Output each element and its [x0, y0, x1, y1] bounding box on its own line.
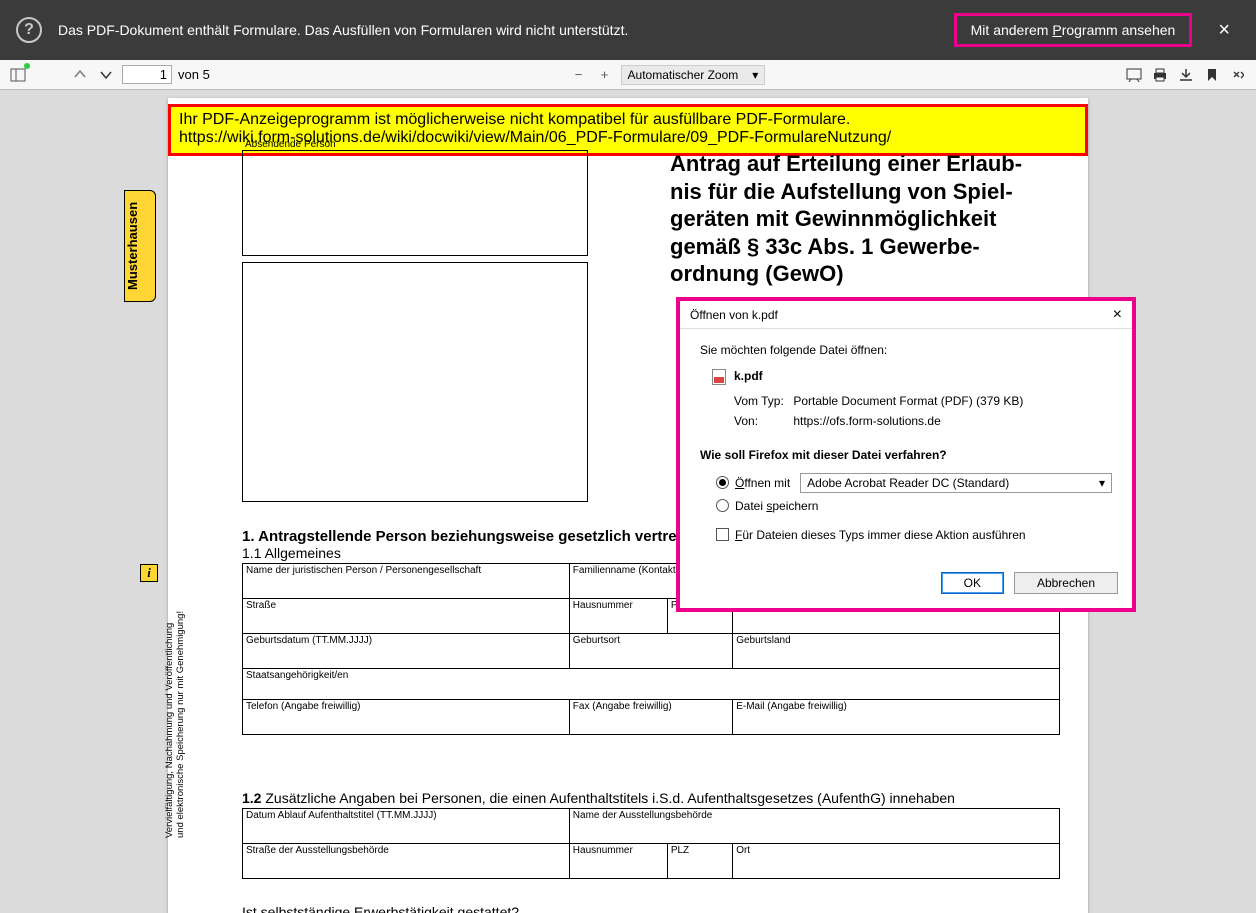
open-file-dialog: Öffnen von k.pdf × Sie möchten folgende … — [676, 297, 1136, 612]
radio-icon — [716, 476, 729, 489]
dialog-close-icon[interactable]: × — [1113, 306, 1122, 324]
presentation-icon[interactable] — [1124, 65, 1144, 85]
info-icon[interactable]: i — [140, 564, 158, 582]
dialog-titlebar: Öffnen von k.pdf × — [680, 301, 1132, 329]
open-with-radio[interactable]: Öffnen mit Adobe Acrobat Reader DC (Stan… — [700, 470, 1112, 496]
page-total-label: von 5 — [178, 67, 210, 82]
open-with-other-program-button[interactable]: Mit anderem Programm ansehen — [954, 13, 1193, 47]
page-number-input[interactable] — [122, 65, 172, 84]
pdf-form-warning-bar: ? Das PDF-Dokument enthält Formulare. Da… — [0, 0, 1256, 60]
file-row: k.pdf — [700, 369, 1112, 385]
dialog-intro: Sie möchten folgende Datei öffnen: — [700, 343, 1112, 357]
pdf-toolbar: von 5 − + Automatischer Zoom — [0, 60, 1256, 90]
warning-message: Das PDF-Dokument enthält Formulare. Das … — [58, 22, 938, 38]
copyright-vertical-text: Vervielfältigung, Nachahmung und Veröffe… — [164, 611, 187, 838]
remember-choice-checkbox[interactable]: Für Dateien dieses Typs immer diese Akti… — [700, 516, 1112, 546]
residence-table[interactable]: Datum Ablauf Aufenthaltstitel (TT.MM.JJJ… — [242, 808, 1060, 879]
address-field[interactable] — [242, 262, 588, 502]
sidebar-toggle-icon[interactable] — [8, 65, 28, 85]
checkbox-icon — [716, 528, 729, 541]
bookmark-icon[interactable] — [1202, 65, 1222, 85]
musterhausen-tab[interactable]: Musterhausen — [124, 190, 156, 302]
zoom-out-icon[interactable]: − — [569, 65, 589, 85]
sender-field[interactable]: Absendende Person — [242, 150, 588, 256]
close-icon[interactable]: × — [1208, 19, 1240, 42]
page-up-icon[interactable] — [70, 65, 90, 85]
zoom-in-icon[interactable]: + — [595, 65, 615, 85]
section-1-2: 1.2 1.2 Zusätzliche Angaben bei Personen… — [242, 790, 1060, 879]
dialog-question: Wie soll Firefox mit dieser Datei verfah… — [700, 448, 1112, 462]
ok-button[interactable]: OK — [941, 572, 1004, 594]
download-icon[interactable] — [1176, 65, 1196, 85]
form-title: Antrag auf Erteilung einer Erlaub- nis f… — [670, 150, 1060, 288]
tools-icon[interactable] — [1228, 65, 1248, 85]
save-file-radio[interactable]: Datei speichern — [700, 496, 1112, 516]
help-icon: ? — [16, 17, 42, 43]
zoom-select[interactable]: Automatischer Zoom — [621, 65, 766, 85]
cancel-button[interactable]: Abbrechen — [1014, 572, 1118, 594]
section-self-employed: Ist selbstständige Erwerbstätigkeit gest… — [242, 904, 1060, 913]
file-meta: Vom Typ: Portable Document Format (PDF) … — [700, 391, 1112, 432]
page-down-icon[interactable] — [96, 65, 116, 85]
radio-icon — [716, 499, 729, 512]
pdf-file-icon — [712, 369, 726, 385]
print-icon[interactable] — [1150, 65, 1170, 85]
file-name: k.pdf — [734, 369, 763, 383]
application-select[interactable]: Adobe Acrobat Reader DC (Standard)▾ — [800, 473, 1112, 493]
